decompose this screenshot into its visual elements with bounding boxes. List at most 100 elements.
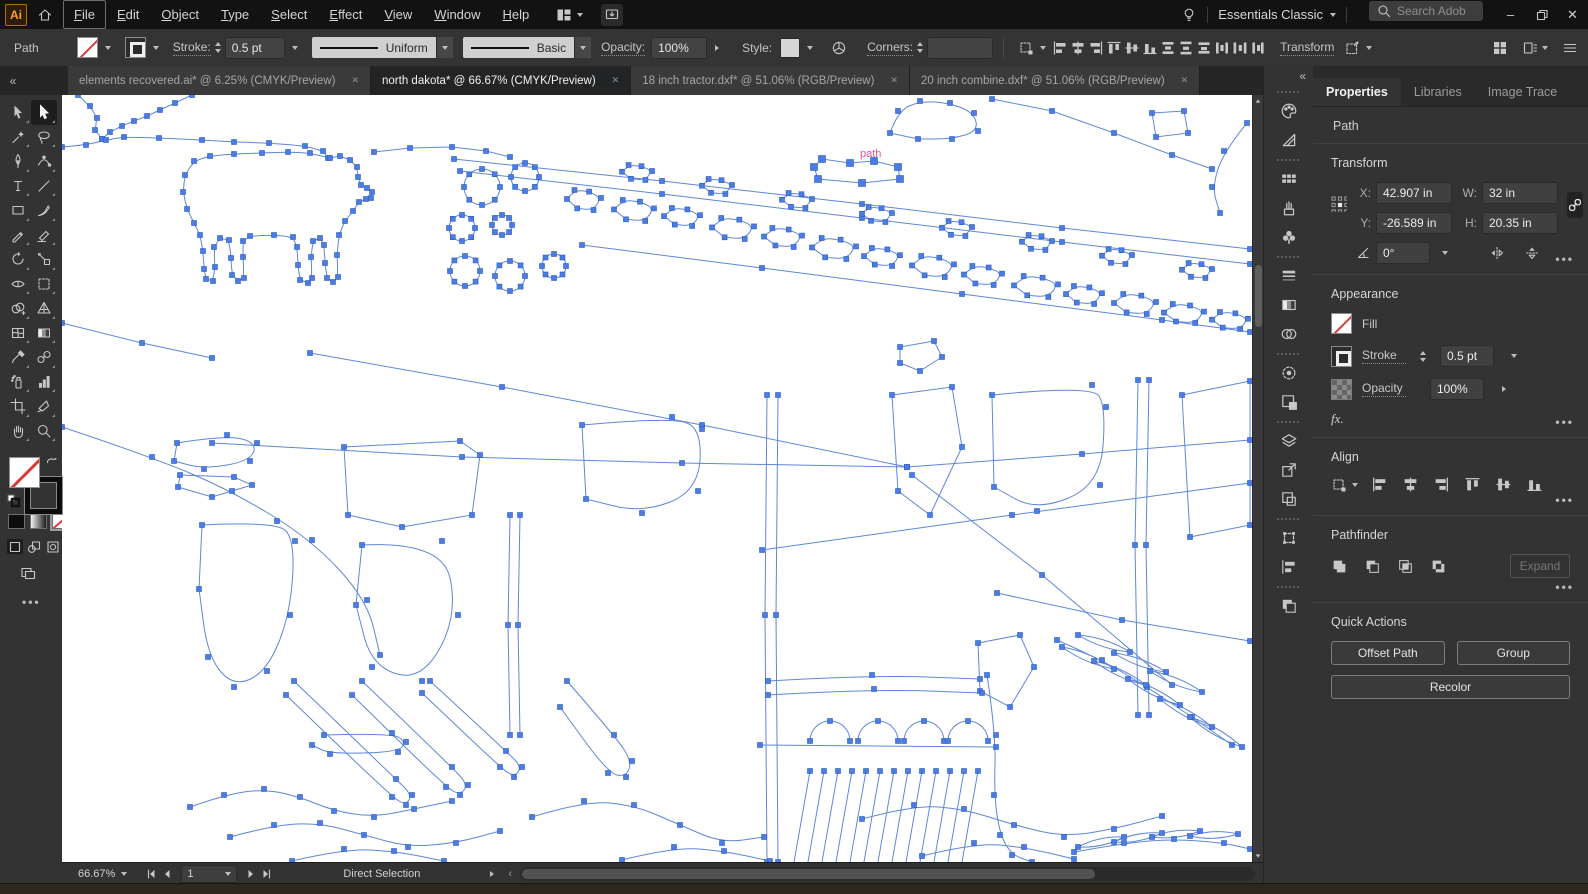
scroll-left-icon[interactable]: ‹ [508, 868, 512, 880]
panel-group-grip[interactable] [1276, 91, 1301, 93]
recolor-button[interactable]: Recolor [1331, 675, 1570, 699]
panel-icon-graphic-styles[interactable] [1264, 387, 1313, 416]
stroke-weight-dropdown-icon[interactable] [1507, 346, 1521, 366]
menu-edit[interactable]: Edit [106, 0, 150, 29]
panel-icon-color[interactable] [1264, 96, 1313, 125]
vertical-align-top-icon[interactable] [1106, 40, 1122, 56]
workspace-layout-icon[interactable] [556, 7, 572, 23]
tool-shape-builder[interactable] [5, 296, 31, 321]
restore-button[interactable] [1526, 0, 1557, 29]
scroll-down-icon[interactable] [1255, 854, 1261, 858]
vertical-align-bottom-icon[interactable] [1142, 40, 1158, 56]
menu-object[interactable]: Object [150, 0, 210, 29]
free-transform-icon[interactable] [1340, 36, 1364, 60]
opacity-label[interactable]: Opacity [1362, 381, 1406, 397]
stroke-swatch[interactable] [1331, 345, 1352, 367]
opacity-panel-icon[interactable] [710, 38, 724, 58]
tool-selection[interactable] [5, 100, 31, 125]
recolor-artwork-icon[interactable] [827, 36, 851, 60]
tool-magic-wand[interactable] [5, 125, 31, 150]
stroke-weight-field[interactable]: 0.5 pt [224, 36, 285, 59]
minimize-button[interactable]: – [1495, 0, 1526, 29]
corners-field[interactable] [927, 36, 994, 59]
horizontal-scrollbar[interactable] [520, 867, 1255, 881]
more-options-icon[interactable]: ••• [1555, 493, 1574, 507]
menu-window[interactable]: Window [423, 0, 491, 29]
panel-group-grip[interactable] [1276, 421, 1301, 423]
tool-direct-selection[interactable] [31, 100, 57, 125]
screen-mode-icon[interactable] [20, 565, 36, 581]
effects-fx-button[interactable]: fx. [1331, 411, 1344, 426]
panel-tab-properties[interactable]: Properties [1313, 78, 1401, 106]
tool-rotate[interactable] [5, 247, 31, 272]
panel-icon-artboards[interactable] [1264, 484, 1313, 513]
stroke-stepper[interactable] [214, 42, 221, 53]
tool-hand[interactable] [5, 419, 31, 444]
stroke-weight-field[interactable]: 0.5 pt [1440, 345, 1494, 367]
opacity-field[interactable]: 100% [1430, 378, 1484, 400]
panel-icon-swatches[interactable] [1264, 164, 1313, 193]
fill-dropdown-icon[interactable] [101, 38, 115, 58]
horizontal-align-right-icon[interactable] [1088, 40, 1104, 56]
horizontal-distribute-left-icon[interactable] [1214, 40, 1230, 56]
tool-gradient[interactable] [31, 321, 57, 346]
document-tab[interactable]: 20 inch combine.dxf* @ 51.06% (RGB/Previ… [909, 66, 1201, 95]
tool-type[interactable] [5, 174, 31, 199]
tool-pen[interactable] [5, 149, 31, 174]
x-field[interactable]: 42.907 in [1376, 182, 1452, 204]
swap-fill-stroke-icon[interactable] [44, 455, 60, 471]
horizontal-align-center-icon[interactable] [1402, 476, 1419, 493]
panel-icon-transparency[interactable] [1264, 319, 1313, 348]
horizontal-align-left-icon[interactable] [1371, 476, 1388, 493]
more-options-icon[interactable]: ••• [1555, 580, 1574, 594]
next-artboard-icon[interactable] [243, 866, 259, 882]
tool-pencil[interactable] [5, 223, 31, 248]
panel-group-grip[interactable] [1276, 159, 1301, 161]
default-fill-stroke-icon[interactable] [6, 493, 22, 509]
home-icon[interactable] [37, 7, 53, 23]
previous-artboard-icon[interactable] [159, 866, 175, 882]
document-tab[interactable]: north dakota* @ 66.67% (CMYK/Preview) ✕ [371, 66, 632, 95]
draw-inside-icon[interactable] [45, 539, 61, 554]
style-dropdown-icon[interactable] [803, 38, 817, 58]
tool-mesh[interactable] [5, 321, 31, 346]
arrange-documents-icon[interactable] [1492, 40, 1508, 56]
fill-swatch[interactable] [76, 37, 98, 58]
panel-icon-align-panel[interactable] [1264, 552, 1313, 581]
artboard-number-field[interactable]: 1 [181, 865, 238, 883]
flip-horizontal-icon[interactable] [1489, 245, 1505, 261]
stroke-weight-dropdown-icon[interactable] [288, 38, 302, 58]
panel-icon-symbols[interactable] [1264, 222, 1313, 251]
flip-vertical-icon[interactable] [1524, 245, 1540, 261]
panel-icon-appearance[interactable] [1264, 358, 1313, 387]
chevron-down-icon[interactable] [1040, 45, 1047, 50]
constrain-proportions-icon[interactable] [1567, 192, 1583, 218]
vertical-align-center-icon[interactable] [1495, 476, 1512, 493]
vertical-scroll-thumb[interactable] [1254, 265, 1262, 327]
panel-group-grip[interactable] [1276, 518, 1301, 520]
corners-label[interactable]: Corners: [867, 40, 914, 56]
document-layout-icon[interactable] [1522, 40, 1538, 56]
corners-stepper[interactable] [917, 42, 924, 53]
menu-file[interactable]: File [63, 0, 106, 29]
brush-dropdown[interactable]: Basic [462, 37, 592, 58]
tool-eyedropper[interactable] [5, 345, 31, 370]
zoom-level[interactable]: 66.67% [78, 868, 115, 880]
vertical-distribute-top-icon[interactable] [1160, 40, 1176, 56]
rotation-field[interactable]: 0° [1376, 242, 1430, 264]
panel-icon-pathfinder[interactable] [1264, 591, 1313, 620]
collapse-left-dock-icon[interactable]: « [0, 66, 26, 95]
h-field[interactable]: 20.35 in [1482, 212, 1558, 234]
color-button[interactable] [8, 514, 25, 529]
opacity-field[interactable]: 100% [651, 36, 708, 59]
share-screen-icon[interactable] [601, 3, 624, 26]
tab-close-icon[interactable]: ✕ [612, 75, 620, 86]
close-button[interactable]: ✕ [1557, 0, 1588, 29]
horizontal-align-center-icon[interactable] [1070, 40, 1086, 56]
align-to-selection-icon[interactable] [1014, 36, 1038, 60]
horizontal-distribute-right-icon[interactable] [1250, 40, 1266, 56]
chevron-down-icon[interactable] [1542, 45, 1548, 50]
first-artboard-icon[interactable] [143, 866, 159, 882]
reference-point-locator[interactable] [1331, 196, 1347, 212]
edit-toolbar-icon[interactable]: ••• [22, 595, 41, 609]
